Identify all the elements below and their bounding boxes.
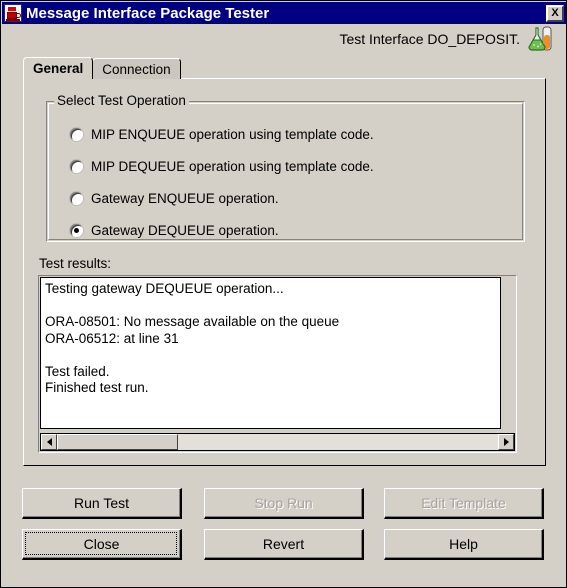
tab-strip: General Connection — [23, 57, 546, 79]
tab-connection[interactable]: Connection — [92, 58, 181, 79]
stop-run-button[interactable]: Stop Run — [204, 488, 364, 519]
message-interface-package-tester-window: Message Interface Package Tester X Test … — [0, 0, 567, 588]
select-test-operation-group: Select Test Operation MIP ENQUEUE operat… — [46, 94, 525, 242]
test-operation-radio-list: MIP ENQUEUE operation using template cod… — [46, 106, 525, 242]
radio-button-icon[interactable] — [70, 191, 83, 205]
radio-button-icon[interactable] — [70, 127, 83, 141]
revert-button[interactable]: Revert — [204, 529, 364, 560]
scrollbar-track[interactable] — [57, 434, 498, 450]
scrollbar-thumb[interactable] — [57, 434, 178, 450]
tab-connection-label: Connection — [102, 61, 171, 77]
radio-mip-dequeue[interactable]: MIP DEQUEUE operation using template cod… — [70, 150, 525, 182]
group-title: Select Test Operation — [54, 94, 189, 108]
radio-mip-dequeue-label: MIP DEQUEUE operation using template cod… — [91, 158, 374, 174]
window-title: Message Interface Package Tester — [26, 4, 270, 22]
close-icon[interactable]: X — [546, 4, 564, 22]
test-results-label: Test results: — [39, 256, 112, 271]
run-test-button-label: Run Test — [74, 495, 129, 511]
flask-test-tube-icon — [526, 26, 556, 52]
horizontal-scrollbar[interactable] — [40, 433, 515, 451]
radio-gateway-dequeue-label: Gateway DEQUEUE operation. — [91, 222, 279, 238]
window-titlebar[interactable]: Message Interface Package Tester X — [2, 2, 566, 24]
test-results-scrollpane: Testing gateway DEQUEUE operation... ORA… — [38, 275, 517, 453]
header-row: Test Interface DO_DEPOSIT. — [1, 25, 566, 53]
radio-mip-enqueue-label: MIP ENQUEUE operation using template cod… — [91, 126, 374, 142]
revert-button-label: Revert — [262, 536, 305, 552]
tab-general[interactable]: General — [23, 57, 94, 79]
help-button[interactable]: Help — [384, 529, 544, 560]
run-test-button[interactable]: Run Test — [22, 488, 182, 519]
radio-mip-enqueue[interactable]: MIP ENQUEUE operation using template cod… — [70, 118, 525, 150]
edit-template-button[interactable]: Edit Template — [384, 488, 544, 519]
radio-gateway-dequeue[interactable]: Gateway DEQUEUE operation. — [70, 214, 525, 246]
scroll-left-icon[interactable] — [41, 434, 57, 450]
help-button-label: Help — [449, 536, 478, 552]
radio-button-icon[interactable] — [70, 159, 83, 173]
radio-gateway-enqueue[interactable]: Gateway ENQUEUE operation. — [70, 182, 525, 214]
tab-panel-general: Select Test Operation MIP ENQUEUE operat… — [23, 78, 546, 466]
stop-run-button-label: Stop Run — [254, 495, 313, 511]
close-button-label: Close — [83, 536, 120, 552]
java-coffee-cup-icon — [4, 4, 22, 22]
scroll-right-icon[interactable] — [498, 434, 514, 450]
test-interface-label: Test Interface DO_DEPOSIT. — [339, 31, 520, 47]
close-button[interactable]: Close — [22, 529, 182, 560]
tab-general-label: General — [33, 61, 84, 76]
radio-button-icon[interactable] — [70, 223, 83, 237]
edit-template-button-label: Edit Template — [421, 495, 506, 511]
radio-gateway-enqueue-label: Gateway ENQUEUE operation. — [91, 190, 279, 206]
test-results-textarea[interactable]: Testing gateway DEQUEUE operation... ORA… — [40, 277, 501, 429]
